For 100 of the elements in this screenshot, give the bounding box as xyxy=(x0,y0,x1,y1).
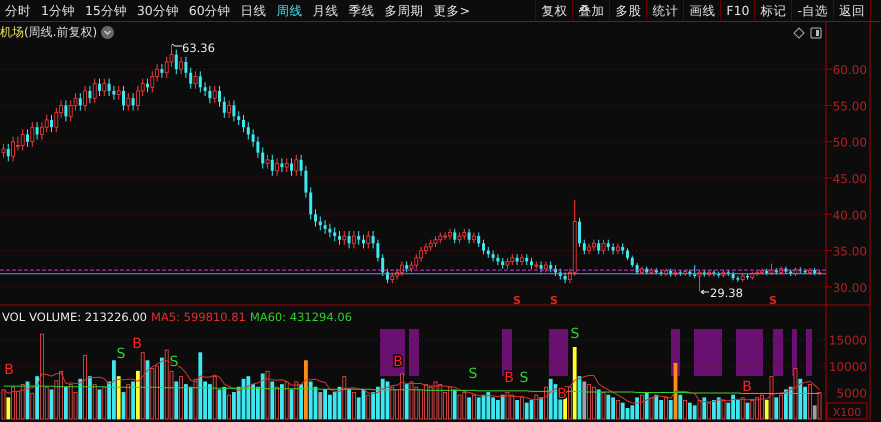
toolbar-button[interactable]: 复权 xyxy=(535,0,572,21)
candlestick xyxy=(468,228,471,244)
period-tab[interactable]: 多周期 xyxy=(380,0,429,21)
bar xyxy=(275,386,279,420)
bar xyxy=(582,381,586,420)
bar xyxy=(160,358,164,420)
bar xyxy=(515,400,519,420)
candlestick xyxy=(108,78,111,97)
candlestick xyxy=(36,122,39,140)
candlestick xyxy=(630,255,634,268)
candlestick xyxy=(280,158,284,173)
candlestick xyxy=(189,67,192,90)
bar xyxy=(102,386,106,420)
bar xyxy=(347,389,351,420)
bar xyxy=(572,347,577,420)
candlestick xyxy=(338,230,341,246)
period-tab[interactable]: 1分钟 xyxy=(36,0,80,21)
bar xyxy=(707,402,711,420)
toolbar-button[interactable]: 画线 xyxy=(683,0,720,21)
bar xyxy=(92,384,97,420)
period-tab[interactable]: 周线 xyxy=(272,0,308,21)
signal-marker: S xyxy=(570,326,580,342)
candlestick xyxy=(256,136,260,158)
volume-axis-label: 15000 xyxy=(828,333,867,348)
period-tab[interactable]: 15分钟 xyxy=(80,0,132,21)
price-axis-label: 50.00 xyxy=(832,136,867,150)
candlestick xyxy=(381,254,384,276)
bar xyxy=(650,397,654,420)
period-tab[interactable]: 30分钟 xyxy=(132,0,184,21)
candlestick xyxy=(477,232,480,248)
candlestick xyxy=(352,230,356,249)
period-tab[interactable]: 日线 xyxy=(236,0,272,21)
bar xyxy=(318,392,322,420)
toolbar-button[interactable]: 叠加 xyxy=(572,0,610,21)
bar xyxy=(722,400,726,420)
signal-marker: S xyxy=(116,346,126,362)
signal-marker: B xyxy=(4,362,14,378)
bar xyxy=(131,381,135,420)
toolbar-button[interactable]: 统计 xyxy=(646,0,684,21)
candlestick xyxy=(232,100,236,122)
bar xyxy=(266,370,270,420)
candlestick xyxy=(126,92,130,112)
toolbar-button[interactable]: -自选 xyxy=(791,0,833,21)
toolbar-button[interactable]: 返回 xyxy=(833,0,870,21)
highlight-band xyxy=(380,329,405,376)
candlestick xyxy=(122,85,125,112)
bar xyxy=(280,384,284,420)
candlestick xyxy=(333,226,336,242)
period-tab[interactable]: 季线 xyxy=(344,0,380,21)
candlestick xyxy=(597,239,600,255)
bar xyxy=(683,400,687,420)
toolbar-button[interactable]: 多股 xyxy=(609,0,646,21)
candlestick xyxy=(194,70,198,90)
signal-marker: S xyxy=(513,294,521,307)
toolbar-button[interactable]: 标记 xyxy=(754,0,792,21)
highlight-band xyxy=(806,329,812,376)
bar xyxy=(174,381,178,420)
candlestick xyxy=(314,208,317,228)
diamond-icon[interactable] xyxy=(793,27,805,39)
bar xyxy=(808,384,812,420)
toolbar-button[interactable]: F10 xyxy=(720,0,754,21)
candlestick xyxy=(50,114,53,133)
candlestick xyxy=(266,154,270,170)
bar xyxy=(668,400,673,420)
candlestick xyxy=(501,257,504,270)
candlestick xyxy=(184,56,188,78)
bar xyxy=(64,386,68,420)
candlestick xyxy=(348,230,351,249)
dropdown-icon[interactable] xyxy=(101,26,114,38)
candlestick xyxy=(2,143,6,158)
price-axis-label: 30.00 xyxy=(832,280,867,295)
candlestick xyxy=(290,158,293,176)
price-axis-label: 60.00 xyxy=(832,63,867,78)
candlestick xyxy=(357,230,360,246)
bar xyxy=(290,389,294,420)
candlestick xyxy=(582,239,586,255)
candlestick xyxy=(342,230,346,246)
candlestick xyxy=(309,186,312,220)
candlestick xyxy=(602,239,606,255)
highlight-band xyxy=(409,329,419,376)
bar xyxy=(578,376,582,420)
candlestick xyxy=(261,147,264,170)
stock-name: 机场 xyxy=(0,24,24,41)
signal-marker: S xyxy=(550,294,558,307)
period-tab[interactable]: 月线 xyxy=(308,0,344,21)
signal-marker: B xyxy=(132,336,142,352)
period-tab[interactable]: 60分钟 xyxy=(184,0,236,21)
bar xyxy=(366,394,370,420)
bar xyxy=(2,389,6,420)
candlestick xyxy=(616,242,620,255)
series-readout: MA5: 599810.81 xyxy=(151,309,246,326)
period-tab[interactable]: 更多> xyxy=(428,0,476,21)
panel-toggle-icon[interactable] xyxy=(810,28,822,38)
candlestick xyxy=(612,242,615,255)
signal-marker: S xyxy=(468,366,478,382)
period-tab[interactable]: 分时 xyxy=(0,0,36,21)
bar xyxy=(568,386,572,420)
candlestick xyxy=(525,254,528,266)
bar xyxy=(544,386,548,420)
candlestick xyxy=(544,260,548,273)
